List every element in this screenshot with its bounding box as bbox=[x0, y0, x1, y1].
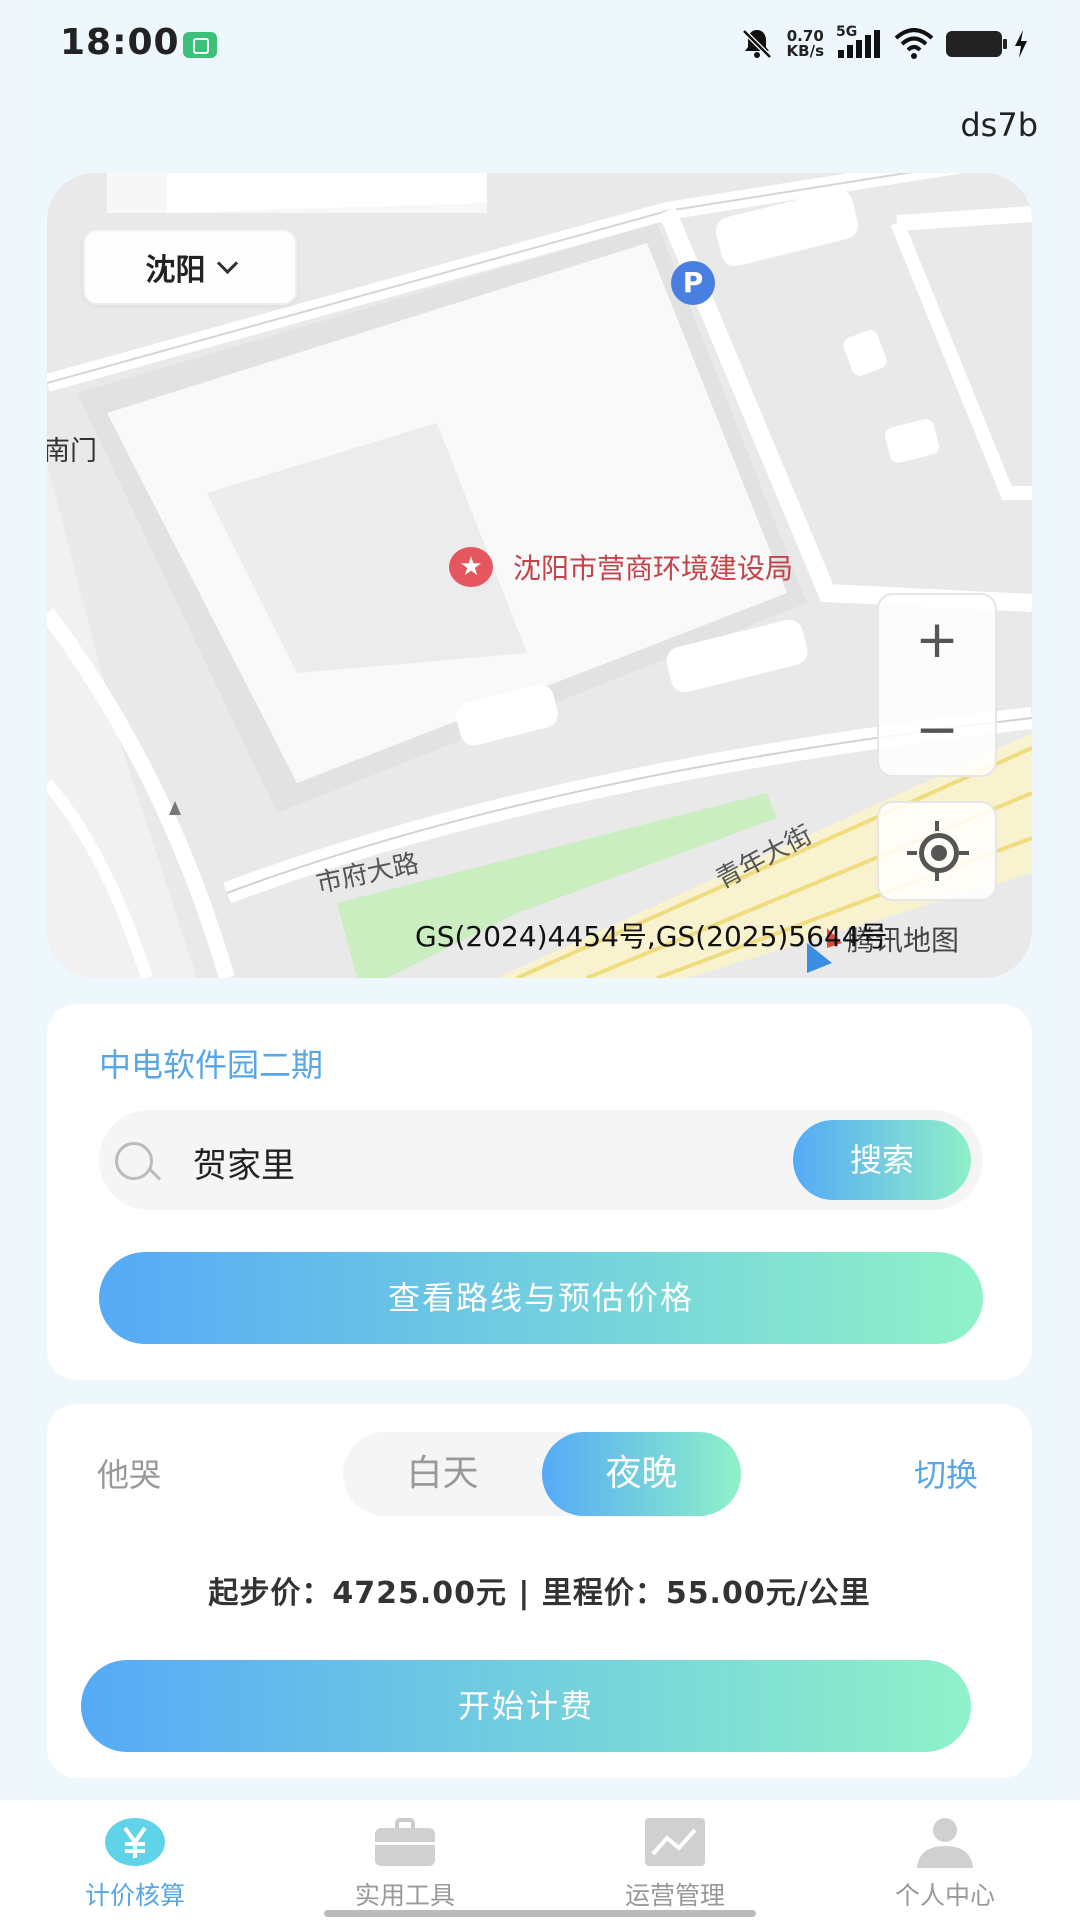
day-night-toggle[interactable]: 白天 夜晚 bbox=[343, 1432, 741, 1516]
tab-label: 个人中心 bbox=[894, 1881, 995, 1910]
tab-operations[interactable]: 运营管理 bbox=[540, 1800, 810, 1920]
destination-search[interactable]: 贺家里 搜索 bbox=[99, 1110, 983, 1210]
status-bar: 18:00 0.70 KB/s 5G bbox=[0, 0, 1080, 90]
toggle-night[interactable]: 夜晚 bbox=[542, 1432, 741, 1516]
search-icon bbox=[115, 1142, 153, 1180]
chevron-down-icon bbox=[216, 252, 238, 274]
tab-label: 运营管理 bbox=[624, 1881, 725, 1910]
net-speed-unit: KB/s bbox=[786, 42, 824, 60]
map-copyright: GS(2024)4454号,GS(2025)5644号 bbox=[415, 920, 888, 953]
chart-icon bbox=[645, 1818, 705, 1866]
map-label-gate: 南门 bbox=[47, 436, 97, 467]
route-card: 中电软件园二期 贺家里 搜索 查看路线与预估价格 bbox=[47, 1004, 1032, 1380]
net-speed: 0.70 KB/s bbox=[787, 29, 824, 59]
map-view[interactable]: 沈阳 南门 P ★ 沈阳市营商环境建设局 市府大路 青年大街 + − 腾讯地图 … bbox=[47, 173, 1032, 978]
mute-bell-icon bbox=[741, 29, 772, 59]
locate-icon-dot bbox=[931, 845, 947, 861]
device-id: ds7b bbox=[960, 106, 1038, 144]
network-type: 5G bbox=[836, 24, 858, 40]
locate-tick-left bbox=[907, 851, 917, 855]
tab-label: 计价核算 bbox=[84, 1881, 185, 1910]
locate-button[interactable] bbox=[877, 801, 997, 901]
city-name: 沈阳 bbox=[145, 253, 206, 288]
bottom-tab-bar: 计价核算 实用工具 运营管理 个人中心 bbox=[0, 1800, 1080, 1920]
home-indicator[interactable] bbox=[324, 1910, 756, 1917]
locate-tick-top bbox=[935, 821, 939, 831]
wifi-icon bbox=[894, 28, 934, 59]
current-location[interactable]: 中电软件园二期 bbox=[99, 1040, 323, 1086]
poi-label[interactable]: 沈阳市营商环境建设局 bbox=[513, 547, 793, 587]
switch-button[interactable]: 切换 bbox=[914, 1450, 978, 1496]
app-notification-icon bbox=[183, 32, 217, 58]
vehicle-type: 他哭 bbox=[97, 1456, 162, 1494]
poi-star-icon[interactable]: ★ bbox=[449, 547, 493, 587]
briefcase-icon bbox=[375, 1818, 435, 1866]
parking-icon[interactable]: P bbox=[671, 261, 715, 305]
search-button[interactable]: 搜索 bbox=[793, 1120, 971, 1200]
yen-icon bbox=[105, 1818, 165, 1866]
tab-label: 实用工具 bbox=[354, 1881, 455, 1910]
zoom-in-button[interactable]: + bbox=[879, 595, 995, 685]
person-icon bbox=[917, 1818, 973, 1868]
city-selector[interactable]: 沈阳 bbox=[83, 229, 297, 305]
price-info: 起步价：4725.00元 | 里程价：55.00元/公里 bbox=[208, 1576, 871, 1611]
tab-tools[interactable]: 实用工具 bbox=[270, 1800, 540, 1920]
charging-icon bbox=[1015, 30, 1027, 58]
search-input[interactable]: 贺家里 bbox=[193, 1138, 295, 1187]
cellular-signal-icon: 5G bbox=[836, 24, 882, 60]
tab-pricing[interactable]: 计价核算 bbox=[0, 1800, 270, 1920]
tab-profile[interactable]: 个人中心 bbox=[810, 1800, 1080, 1920]
start-billing-button[interactable]: 开始计费 bbox=[81, 1660, 971, 1752]
status-time: 18:00 bbox=[60, 22, 180, 63]
zoom-out-button[interactable]: − bbox=[879, 685, 995, 775]
locate-tick-right bbox=[959, 851, 969, 855]
view-route-button[interactable]: 查看路线与预估价格 bbox=[99, 1252, 983, 1344]
locate-tick-bottom bbox=[935, 871, 939, 881]
zoom-control: + − bbox=[877, 593, 997, 777]
battery-icon bbox=[946, 31, 1007, 57]
pricing-card: 他哭 白天 夜晚 切换 起步价：4725.00元 | 里程价：55.00元/公里… bbox=[47, 1404, 1032, 1778]
toggle-day[interactable]: 白天 bbox=[343, 1432, 542, 1516]
